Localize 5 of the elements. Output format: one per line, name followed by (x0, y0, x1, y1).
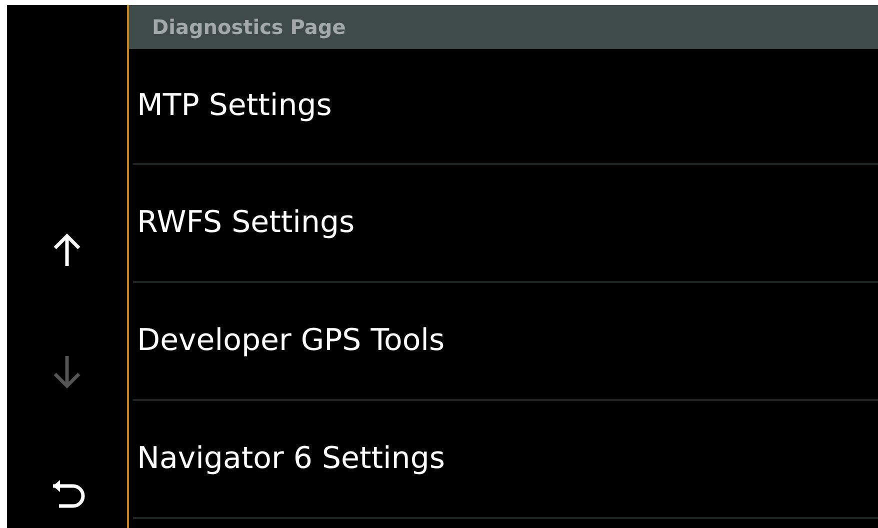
menu-item[interactable]: Developer GPS Tools (133, 282, 878, 401)
menu-item[interactable]: RWFS Settings (133, 164, 878, 283)
menu-item[interactable]: MTP Settings (133, 48, 878, 165)
page-title: Diagnostics Page (152, 15, 346, 39)
menu-item[interactable]: Navigator 6 Settings (133, 400, 878, 519)
